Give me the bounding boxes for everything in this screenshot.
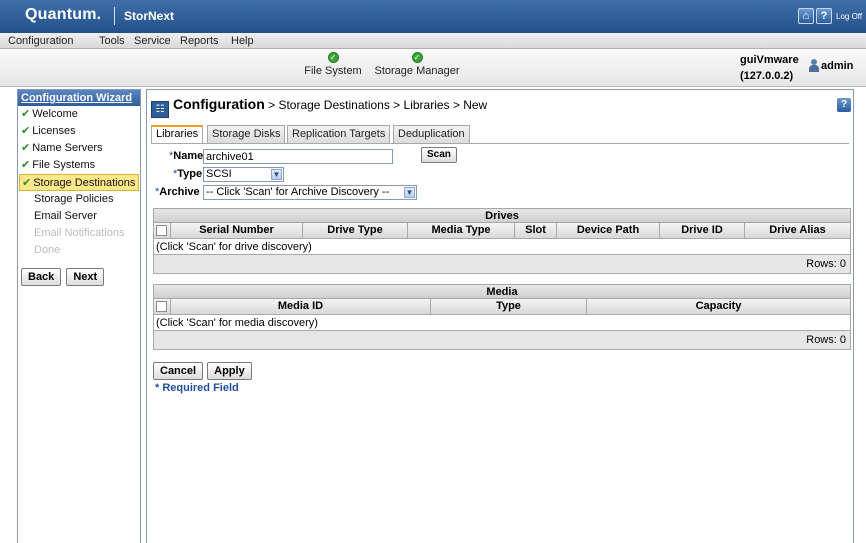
wizard-item-done: Done bbox=[34, 244, 61, 256]
scan-button[interactable]: Scan bbox=[421, 147, 457, 163]
type-label: *Type bbox=[173, 168, 203, 180]
menu-tools[interactable]: Tools bbox=[99, 35, 125, 47]
drives-grid: Drives Serial Number Drive Type Media Ty… bbox=[153, 208, 851, 274]
status-bar: ✓ File System ✓ Storage Manager guiVmwar… bbox=[0, 49, 866, 87]
action-buttons: Cancel Apply bbox=[153, 362, 252, 380]
back-button[interactable]: Back bbox=[21, 268, 62, 286]
wizard-item-storage-destinations[interactable]: ✔ Storage Destinations bbox=[19, 174, 139, 191]
col-capacity[interactable]: Capacity bbox=[586, 299, 850, 314]
check-icon: ✔ bbox=[21, 125, 31, 137]
wizard-item-licenses[interactable]: ✔ Licenses bbox=[18, 123, 140, 140]
help-icon[interactable]: ? bbox=[816, 8, 832, 24]
user-name: admin bbox=[821, 60, 854, 72]
menu-service[interactable]: Service bbox=[134, 35, 171, 47]
col-slot[interactable]: Slot bbox=[514, 223, 556, 238]
archive-select[interactable]: -- Click 'Scan' for Archive Discovery --… bbox=[203, 185, 417, 200]
wizard-item-storage-policies[interactable]: Storage Policies bbox=[18, 191, 140, 208]
col-serial-number[interactable]: Serial Number bbox=[170, 223, 302, 238]
check-icon: ✔ bbox=[21, 142, 31, 154]
required-field-note: * Required Field bbox=[155, 382, 239, 394]
archive-label: *Archive bbox=[155, 186, 200, 198]
name-input[interactable] bbox=[203, 149, 393, 164]
media-header: Media ID Type Capacity bbox=[154, 299, 850, 315]
chevron-down-icon: ▼ bbox=[404, 187, 415, 198]
status-ok-icon: ✓ bbox=[411, 52, 423, 63]
tab-replication-targets[interactable]: Replication Targets bbox=[287, 125, 391, 143]
col-media-type[interactable]: Media Type bbox=[407, 223, 514, 238]
menu-reports[interactable]: Reports bbox=[180, 35, 219, 47]
configuration-wizard-panel: Configuration Wizard ✔ Welcome ✔ Licenses … bbox=[17, 89, 141, 543]
title-bar: Quantum. StorNext ⌂ ? Log Off bbox=[0, 0, 866, 33]
wizard-title[interactable]: Configuration Wizard bbox=[18, 90, 140, 106]
wizard-item-welcome[interactable]: ✔ Welcome bbox=[18, 106, 140, 123]
type-select[interactable]: SCSI ▼ bbox=[203, 167, 284, 182]
status-storage-manager[interactable]: ✓ Storage Manager bbox=[373, 52, 461, 77]
status-ok-icon: ✓ bbox=[327, 52, 339, 63]
check-icon: ✔ bbox=[21, 108, 31, 120]
server-ip: (127.0.0.2) bbox=[740, 70, 794, 82]
log-off-link[interactable]: Log Off bbox=[836, 12, 862, 21]
select-all-checkbox[interactable] bbox=[156, 225, 167, 236]
status-file-system[interactable]: ✓ File System bbox=[303, 52, 363, 77]
media-empty-message: (Click 'Scan' for media discovery) bbox=[154, 315, 850, 331]
user-icon bbox=[808, 59, 820, 72]
check-icon: ✔ bbox=[21, 159, 31, 171]
media-title: Media bbox=[154, 285, 850, 299]
col-device-path[interactable]: Device Path bbox=[556, 223, 659, 238]
server-info: guiVmware (127.0.0.2) bbox=[740, 52, 799, 84]
col-drive-alias[interactable]: Drive Alias bbox=[744, 223, 850, 238]
tab-storage-disks[interactable]: Storage Disks bbox=[207, 125, 286, 143]
media-row-count: Rows: 0 bbox=[154, 331, 850, 349]
quantum-logo: Quantum. bbox=[25, 6, 102, 23]
menu-bar: Configuration Tools Service Reports Help bbox=[0, 33, 866, 49]
wizard-item-name-servers[interactable]: ✔ Name Servers bbox=[18, 140, 140, 157]
select-all-checkbox[interactable] bbox=[156, 301, 167, 312]
main-content: ☷ Configuration > Storage Destinations > … bbox=[146, 89, 854, 543]
brand-divider bbox=[114, 7, 115, 25]
breadcrumb: > Storage Destinations > Libraries > New bbox=[264, 98, 488, 112]
page-help-icon[interactable]: ? bbox=[837, 98, 851, 112]
drives-empty-message: (Click 'Scan' for drive discovery) bbox=[154, 239, 850, 255]
name-label: *Name bbox=[169, 150, 204, 162]
apply-button[interactable]: Apply bbox=[207, 362, 252, 380]
configuration-icon: ☷ bbox=[151, 101, 169, 118]
drives-header: Serial Number Drive Type Media Type Slot… bbox=[154, 223, 850, 239]
drives-title: Drives bbox=[154, 209, 850, 223]
media-grid: Media Media ID Type Capacity (Click 'Sca… bbox=[153, 284, 851, 350]
col-media-id[interactable]: Media ID bbox=[170, 299, 430, 314]
server-name: guiVmware bbox=[740, 54, 799, 66]
tab-libraries[interactable]: Libraries bbox=[151, 125, 204, 144]
product-name: StorNext bbox=[124, 9, 175, 23]
tab-divider bbox=[151, 143, 849, 144]
home-icon[interactable]: ⌂ bbox=[798, 8, 814, 24]
wizard-buttons: Back Next bbox=[21, 268, 105, 286]
wizard-item-email-notifications: Email Notifications bbox=[34, 227, 125, 239]
menu-help[interactable]: Help bbox=[231, 35, 254, 47]
drives-row-count: Rows: 0 bbox=[154, 255, 850, 273]
wizard-item-email-server[interactable]: Email Server bbox=[18, 208, 140, 225]
check-icon: ✔ bbox=[22, 177, 32, 189]
chevron-down-icon: ▼ bbox=[271, 169, 282, 180]
col-type[interactable]: Type bbox=[430, 299, 586, 314]
next-button[interactable]: Next bbox=[66, 268, 105, 286]
user-info: admin bbox=[808, 59, 853, 72]
menu-configuration[interactable]: Configuration bbox=[8, 35, 73, 47]
tab-deduplication[interactable]: Deduplication bbox=[393, 125, 470, 143]
col-drive-type[interactable]: Drive Type bbox=[302, 223, 407, 238]
page-title: ☷ Configuration > Storage Destinations > … bbox=[151, 96, 487, 118]
wizard-item-file-systems[interactable]: ✔ File Systems bbox=[18, 157, 140, 174]
cancel-button[interactable]: Cancel bbox=[153, 362, 204, 380]
col-drive-id[interactable]: Drive ID bbox=[659, 223, 744, 238]
